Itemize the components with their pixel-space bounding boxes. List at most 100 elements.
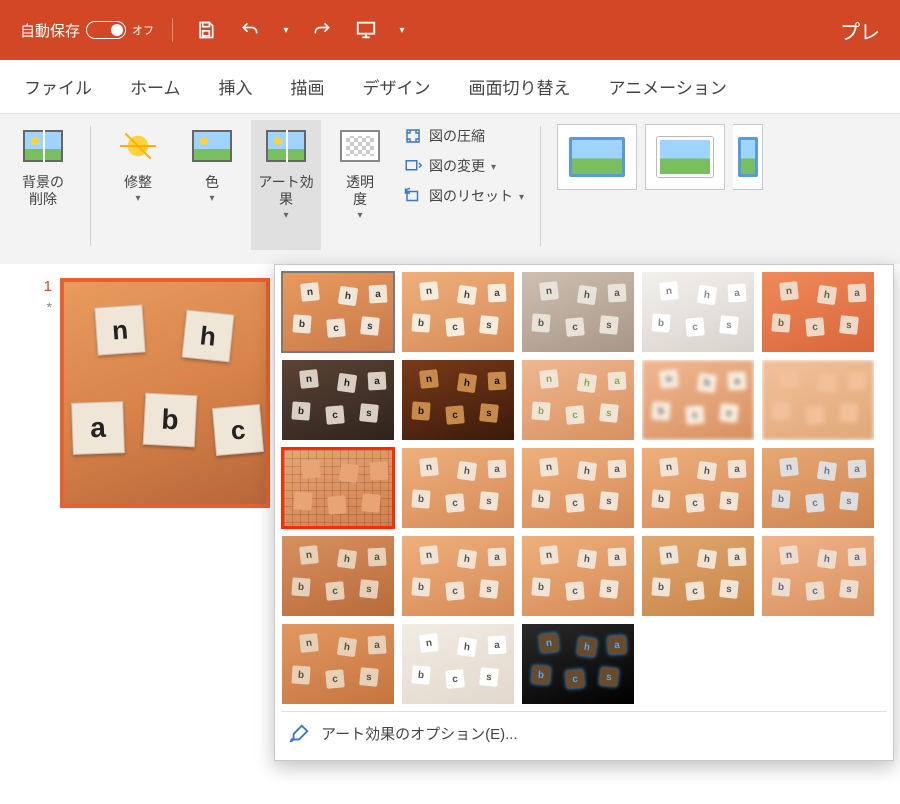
compress-pictures-button[interactable]: 図の圧縮 (399, 124, 528, 148)
slide-number-rail: 1 * (0, 264, 60, 508)
artistic-effect-option[interactable]: nhabcs (761, 359, 875, 441)
chevron-down-icon: ▾ (135, 193, 140, 205)
undo-button[interactable] (235, 15, 265, 45)
artistic-effect-option[interactable]: nhabcs (761, 535, 875, 617)
reset-label: 図のリセット (429, 186, 513, 206)
reset-picture-button[interactable]: 図のリセット ▾ (399, 184, 528, 208)
letter-tile: b (143, 393, 198, 448)
tab-animations[interactable]: アニメーション (595, 64, 741, 109)
redo-button[interactable] (307, 15, 337, 45)
artistic-effect-option[interactable]: nhabcs (401, 447, 515, 529)
letter-tile: c (212, 404, 264, 456)
corrections-button[interactable]: 修整 ▾ (103, 120, 173, 250)
artistic-effects-options[interactable]: アート効果のオプション(E)... (281, 711, 887, 754)
toggle-pill-icon (86, 21, 126, 39)
slide-thumbnail[interactable]: n h a b c (60, 278, 270, 508)
chevron-down-icon: ▾ (491, 162, 496, 173)
transparency-label: 透明 度 (346, 174, 374, 208)
chevron-down-icon: ▾ (283, 210, 288, 222)
slide-image: n h a b c (64, 282, 266, 504)
artistic-effects-grid: nhabcsnhabcsnhabcsnhabcsnhabcsnhabcsnhab… (281, 271, 887, 705)
undo-icon (240, 20, 260, 40)
artistic-effect-option[interactable]: nhabcs (281, 535, 395, 617)
picture-style-2[interactable] (645, 124, 725, 190)
autosave-toggle[interactable]: 自動保存 オフ (20, 20, 154, 41)
ribbon: 背景の 削除 修整 ▾ 色 ▾ アート効果 ▾ 透明 度 ▾ 図の圧縮 (0, 114, 900, 264)
remove-background-button[interactable]: 背景の 削除 (8, 120, 78, 250)
slide-number: 1 (8, 278, 52, 295)
tab-design[interactable]: デザイン (349, 64, 445, 109)
artistic-effect-option[interactable]: nhabcs (281, 359, 395, 441)
compress-label: 図の圧縮 (429, 126, 485, 146)
ribbon-tabs: ファイル ホーム 挿入 描画 デザイン 画面切り替え アニメーション (0, 60, 900, 114)
tab-file[interactable]: ファイル (10, 64, 106, 109)
save-button[interactable] (191, 15, 221, 45)
slide-marker: * (8, 299, 52, 315)
brush-icon (289, 722, 311, 744)
slideshow-icon (355, 19, 377, 41)
artistic-effect-option[interactable]: nhabcs (521, 623, 635, 705)
artistic-effect-option[interactable]: nhabcs (641, 359, 755, 441)
picture-style-1[interactable] (557, 124, 637, 190)
color-icon (190, 126, 234, 166)
change-label: 図の変更 (429, 156, 485, 176)
artistic-effect-option[interactable]: nhabcs (641, 447, 755, 529)
artistic-effect-option[interactable]: nhabcs (281, 447, 395, 529)
autosave-state: オフ (132, 22, 154, 38)
corrections-icon (116, 126, 160, 166)
artistic-effect-option[interactable]: nhabcs (401, 359, 515, 441)
artistic-effect-option[interactable]: nhabcs (521, 359, 635, 441)
options-label: アート効果のオプション(E)... (321, 723, 518, 744)
tab-transitions[interactable]: 画面切り替え (455, 64, 585, 109)
artistic-effect-option[interactable]: nhabcs (641, 271, 755, 353)
artistic-icon (264, 126, 308, 166)
transparency-icon (338, 126, 382, 166)
artistic-effect-option[interactable]: nhabcs (761, 271, 875, 353)
tab-home[interactable]: ホーム (116, 64, 195, 109)
change-picture-icon (403, 156, 423, 176)
artistic-effect-option[interactable]: nhabcs (401, 535, 515, 617)
artistic-effects-button[interactable]: アート効果 ▾ (251, 120, 321, 250)
tab-draw[interactable]: 描画 (277, 64, 339, 109)
corrections-label: 修整 (124, 174, 152, 191)
qat-customize[interactable]: ▾ (395, 15, 409, 45)
chevron-down-icon: ▾ (209, 193, 214, 205)
letter-tile: h (182, 310, 235, 363)
artistic-effect-option[interactable]: nhabcs (281, 271, 395, 353)
tab-insert[interactable]: 挿入 (205, 64, 267, 109)
picture-style-3[interactable] (733, 124, 763, 190)
artistic-effect-option[interactable]: nhabcs (641, 535, 755, 617)
artistic-effect-option[interactable]: nhabcs (401, 271, 515, 353)
artistic-effect-option[interactable]: nhabcs (281, 623, 395, 705)
artistic-effect-option[interactable]: nhabcs (521, 535, 635, 617)
save-icon (196, 20, 216, 40)
artistic-effect-option[interactable]: nhabcs (521, 447, 635, 529)
redo-icon (312, 20, 332, 40)
picture-styles-gallery (553, 120, 767, 194)
chevron-down-icon: ▾ (519, 192, 524, 203)
color-button[interactable]: 色 ▾ (177, 120, 247, 250)
artistic-effect-option[interactable]: nhabcs (521, 271, 635, 353)
separator (172, 18, 173, 42)
remove-bg-icon (21, 126, 65, 166)
transparency-button[interactable]: 透明 度 ▾ (325, 120, 395, 250)
artistic-effect-option[interactable]: nhabcs (761, 447, 875, 529)
separator (540, 126, 541, 246)
compress-icon (403, 126, 423, 146)
chevron-down-icon: ▾ (357, 210, 362, 222)
artistic-effects-popup: nhabcsnhabcsnhabcsnhabcsnhabcsnhabcsnhab… (274, 264, 894, 761)
reset-picture-icon (403, 186, 423, 206)
artistic-label: アート効果 (253, 174, 319, 208)
undo-menu[interactable]: ▾ (279, 15, 293, 45)
autosave-label: 自動保存 (20, 20, 80, 41)
app-title-fragment: プレ (840, 16, 880, 45)
slideshow-button[interactable] (351, 15, 381, 45)
remove-bg-label: 背景の 削除 (22, 174, 64, 208)
artistic-effect-option[interactable]: nhabcs (401, 623, 515, 705)
letter-tile: n (94, 304, 145, 355)
adjust-small-group: 図の圧縮 図の変更 ▾ 図のリセット ▾ (399, 120, 528, 212)
change-picture-button[interactable]: 図の変更 ▾ (399, 154, 528, 178)
letter-tile: a (71, 401, 125, 455)
color-label: 色 (205, 174, 219, 191)
separator (90, 126, 91, 246)
